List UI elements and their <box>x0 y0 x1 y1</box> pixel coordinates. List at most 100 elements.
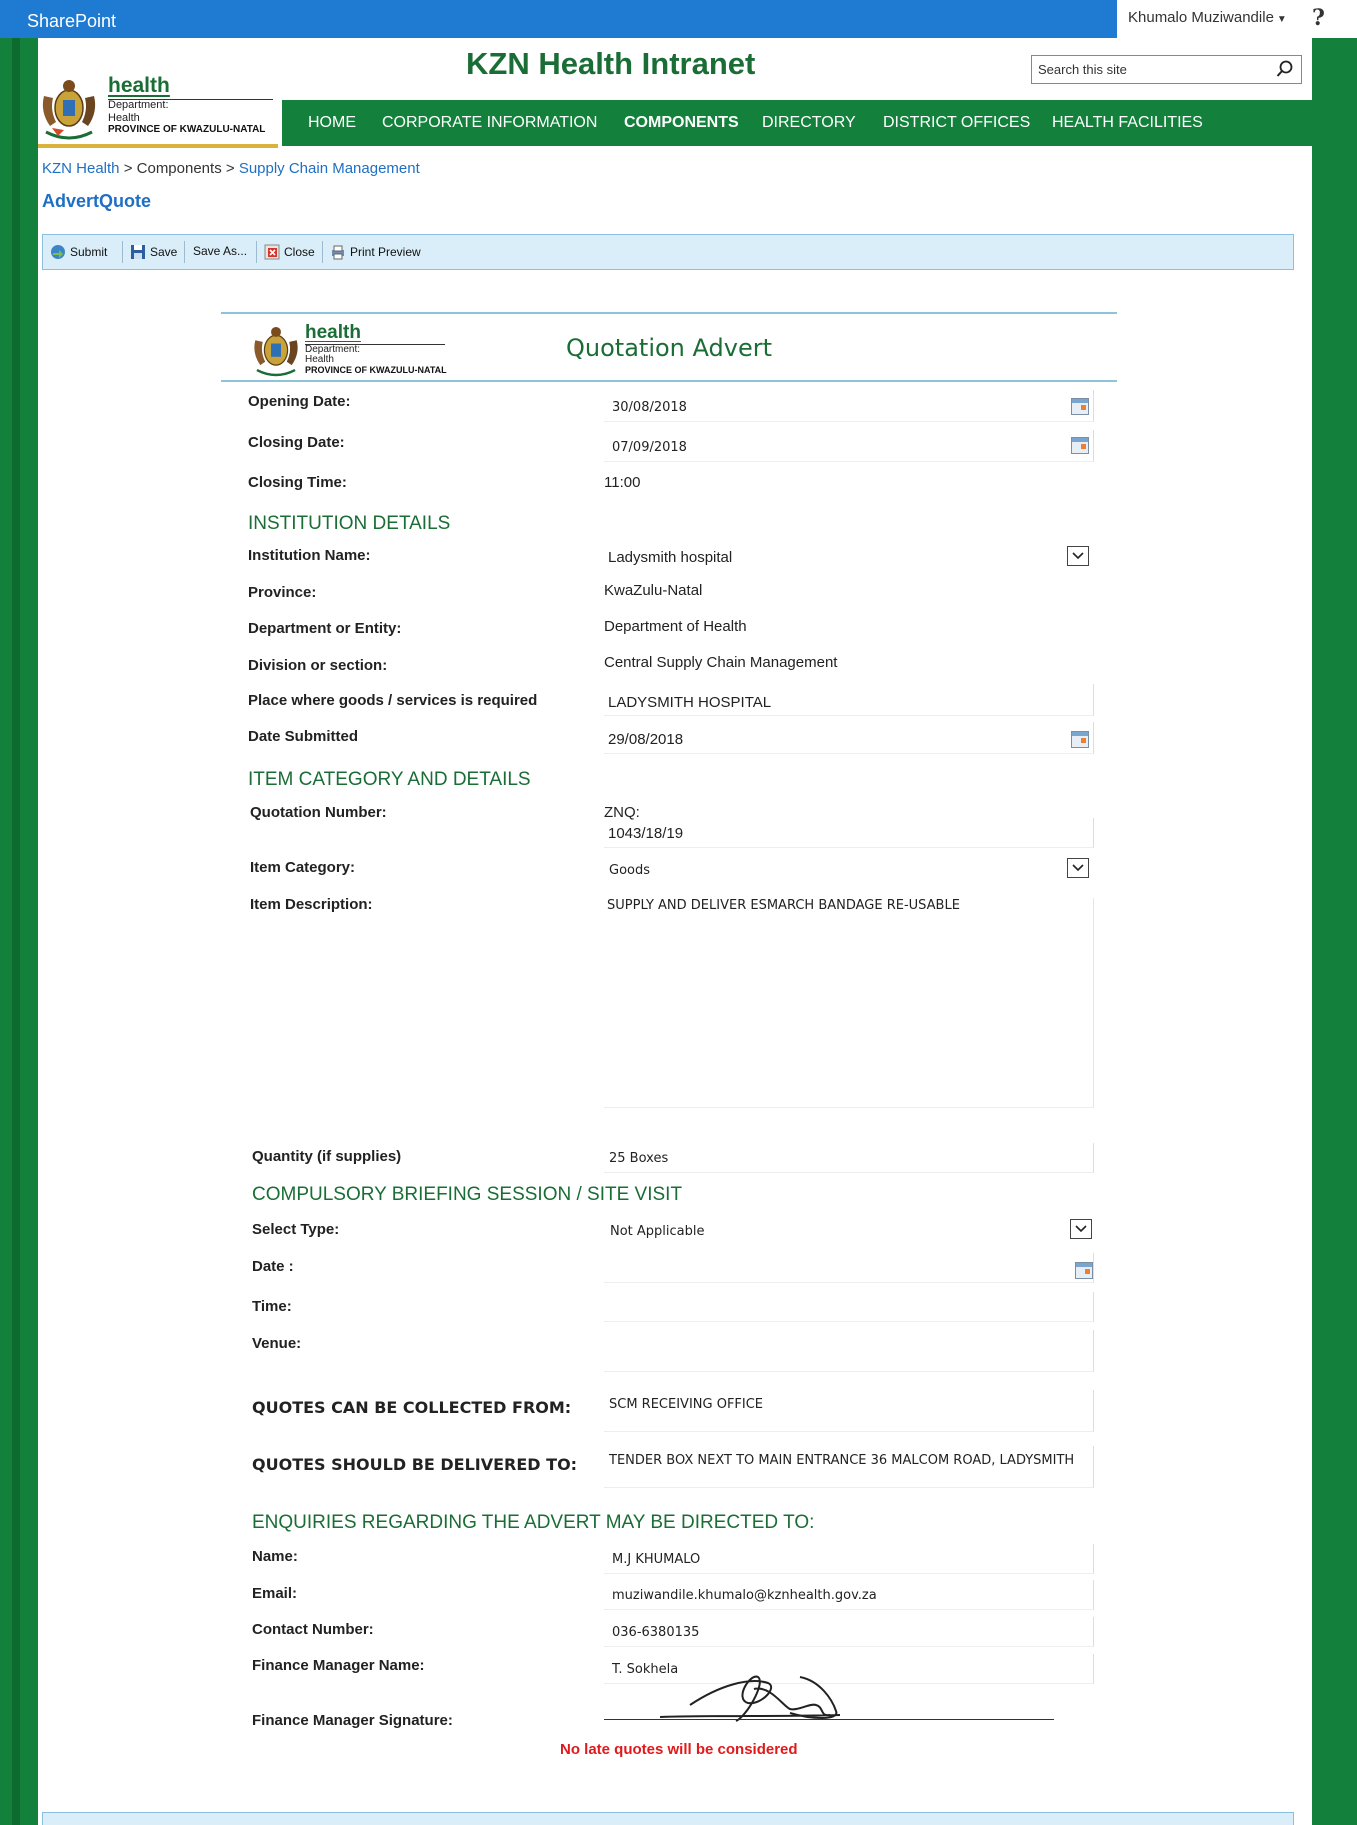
date-submitted-input[interactable] <box>604 722 1094 754</box>
late-quotes-notice: No late quotes will be considered <box>560 1741 798 1758</box>
form-title: Quotation Advert <box>566 334 772 362</box>
left-border-shade <box>12 38 20 1825</box>
chevron-down-icon[interactable] <box>1070 1219 1092 1239</box>
item-details-heading: ITEM CATEGORY AND DETAILS <box>248 769 531 790</box>
venue-input[interactable] <box>604 1330 1094 1372</box>
logo-department: Department: <box>108 99 169 111</box>
calendar-icon[interactable] <box>1071 731 1089 748</box>
calendar-icon[interactable] <box>1071 437 1089 454</box>
closing-date-input[interactable] <box>604 430 1094 462</box>
closing-time-value: 11:00 <box>604 474 641 491</box>
chevron-down-icon[interactable] <box>1067 858 1089 878</box>
submit-icon <box>51 245 65 259</box>
user-name[interactable]: Khumalo Muziwandile <box>1128 9 1274 26</box>
nav-components[interactable]: COMPONENTS <box>624 114 739 132</box>
form-header-divider <box>221 380 1117 382</box>
help-icon[interactable]: ? <box>1312 5 1325 31</box>
save-as-button[interactable]: Save As... <box>193 244 247 258</box>
form-top-divider <box>221 312 1117 314</box>
item-category-select[interactable]: Goods <box>609 863 650 878</box>
top-navigation: HOME CORPORATE INFORMATION COMPONENTS DI… <box>282 100 1312 146</box>
logo-health: Health <box>108 112 140 124</box>
contact-name-input[interactable] <box>604 1544 1094 1574</box>
suite-title[interactable]: SharePoint <box>27 11 116 32</box>
breadcrumb-separator: > <box>221 160 239 177</box>
print-preview-label: Print Preview <box>350 245 421 259</box>
form-logo-wordmark: health <box>305 322 361 343</box>
close-icon <box>264 244 280 260</box>
nav-corporate-information[interactable]: CORPORATE INFORMATION <box>382 114 597 132</box>
save-as-label: Save As... <box>193 244 248 258</box>
division-value: Central Supply Chain Management <box>604 654 838 671</box>
contact-number-label: Contact Number: <box>252 1621 374 1638</box>
finance-manager-label: Finance Manager Name: <box>252 1657 425 1674</box>
closing-time-label: Closing Time: <box>248 474 347 491</box>
quotation-number-label: Quotation Number: <box>250 804 387 821</box>
opening-date-label: Opening Date: <box>248 393 351 410</box>
place-input[interactable] <box>604 684 1094 716</box>
toolbar-separator <box>322 241 323 263</box>
collected-input[interactable] <box>604 1390 1094 1432</box>
quotation-number-input[interactable] <box>604 818 1094 848</box>
quantity-input[interactable] <box>604 1143 1094 1173</box>
form-toolbar: Submit Save Save As... Close Print Previ… <box>42 234 1294 270</box>
briefing-time-input[interactable] <box>604 1292 1094 1322</box>
print-preview-button[interactable]: Print Preview <box>330 244 421 260</box>
delivered-input[interactable] <box>604 1446 1094 1488</box>
suite-bar-brand: SharePoint <box>0 0 1117 38</box>
nav-directory[interactable]: DIRECTORY <box>762 114 856 132</box>
item-category-label: Item Category: <box>250 859 356 876</box>
select-type-select[interactable]: Not Applicable <box>610 1224 705 1239</box>
calendar-icon[interactable] <box>1075 1262 1093 1279</box>
nav-district-offices[interactable]: DISTRICT OFFICES <box>883 114 1030 132</box>
user-menu[interactable]: Khumalo Muziwandile ▼ <box>1128 9 1287 26</box>
signature-line <box>604 1719 1054 1720</box>
signature-label: Finance Manager Signature: <box>252 1712 453 1729</box>
date-submitted-label: Date Submitted <box>248 728 359 745</box>
right-border <box>1312 38 1357 1825</box>
enquiries-heading: ENQUIRIES REGARDING THE ADVERT MAY BE DI… <box>252 1512 815 1533</box>
breadcrumb-components: Components <box>136 160 222 177</box>
nav-health-facilities[interactable]: HEALTH FACILITIES <box>1052 114 1203 132</box>
department-label: Department or Entity: <box>248 620 402 637</box>
breadcrumb-kzn-health[interactable]: KZN Health <box>42 160 120 177</box>
institution-name-select[interactable]: Ladysmith hospital <box>608 549 732 566</box>
email-input[interactable] <box>604 1580 1094 1610</box>
search-input[interactable] <box>1032 56 1262 83</box>
nav-home[interactable]: HOME <box>308 114 356 132</box>
search-icon[interactable] <box>1275 59 1295 79</box>
division-label: Division or section: <box>248 657 388 674</box>
save-button[interactable]: Save <box>130 244 177 260</box>
briefing-time-label: Time: <box>252 1298 292 1315</box>
print-preview-icon <box>332 245 344 260</box>
contact-name-label: Name: <box>252 1548 298 1565</box>
save-icon <box>131 245 145 259</box>
item-description-textarea[interactable] <box>604 898 1094 1108</box>
chevron-down-icon[interactable] <box>1067 546 1089 566</box>
briefing-session-heading: COMPULSORY BRIEFING SESSION / SITE VISIT <box>252 1184 683 1205</box>
bottom-toolbar <box>42 1812 1294 1825</box>
contact-number-input[interactable] <box>604 1617 1094 1647</box>
close-button[interactable]: Close <box>264 244 315 260</box>
calendar-icon[interactable] <box>1071 398 1089 415</box>
coat-of-arms-icon <box>42 80 96 140</box>
province-label: Province: <box>248 584 317 601</box>
toolbar-separator <box>122 241 123 263</box>
toolbar-separator <box>184 241 185 263</box>
save-label: Save <box>150 245 178 259</box>
briefing-date-input[interactable] <box>604 1253 1094 1283</box>
email-label: Email: <box>252 1585 298 1602</box>
kzn-health-logo[interactable]: health Department: Health PROVINCE OF KW… <box>38 72 278 148</box>
search-box <box>1031 55 1302 84</box>
opening-date-input[interactable] <box>604 390 1094 422</box>
form-logo-province: PROVINCE OF KWAZULU-NATAL <box>305 365 447 375</box>
logo-accent-bar <box>38 144 278 148</box>
province-value: KwaZulu-Natal <box>604 582 703 599</box>
submit-button[interactable]: Submit <box>50 244 107 260</box>
chevron-down-icon[interactable]: ▼ <box>1277 14 1287 25</box>
breadcrumb-supply-chain[interactable]: Supply Chain Management <box>239 160 420 177</box>
close-label: Close <box>284 245 315 259</box>
site-title[interactable]: KZN Health Intranet <box>466 46 755 82</box>
form-logo-health: Health <box>305 354 334 365</box>
institution-details-heading: INSTITUTION DETAILS <box>248 513 451 534</box>
